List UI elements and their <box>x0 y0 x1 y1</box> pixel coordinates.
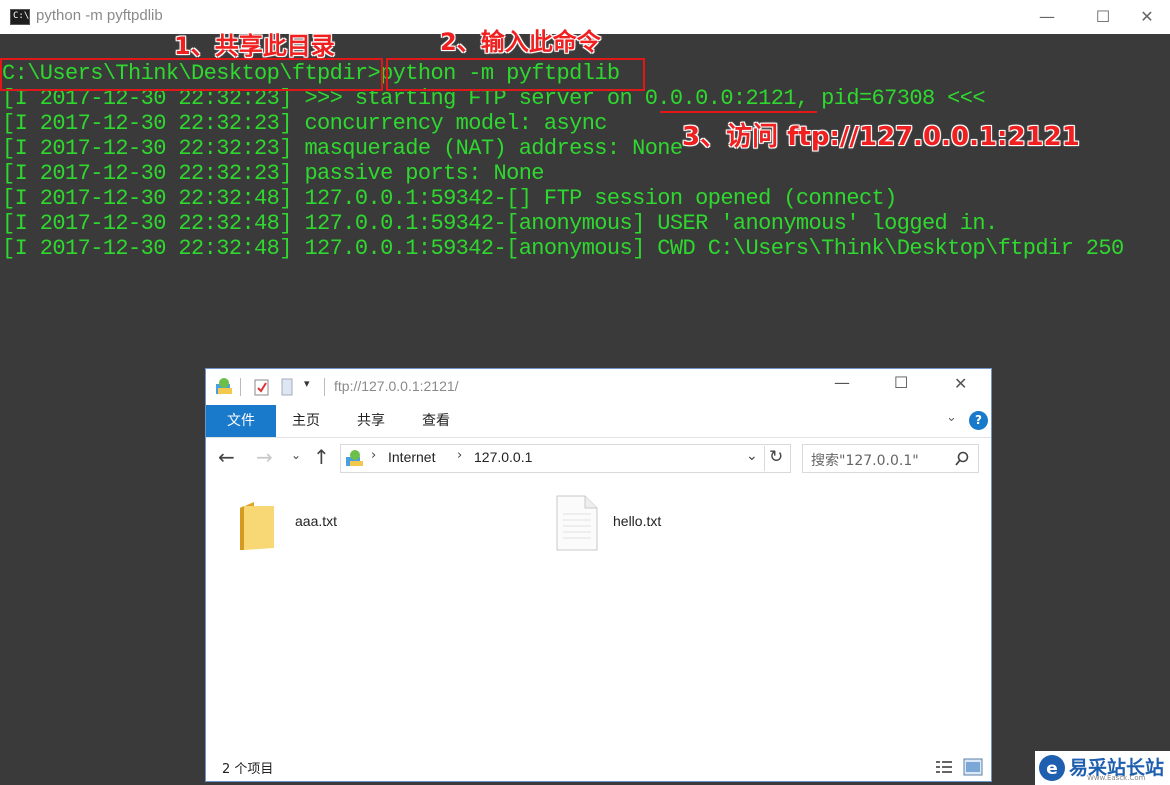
console-line: [I 2017-12-30 22:32:23] concurrency mode… <box>2 111 608 136</box>
address-bar[interactable]: › Internet › 127.0.0.1 ⌄ ↻ <box>340 444 791 473</box>
customize-toolbar-icon[interactable]: ▾ <box>304 377 310 390</box>
properties-icon[interactable] <box>254 378 270 396</box>
console-line: [I 2017-12-30 22:32:23] passive ports: N… <box>2 161 545 186</box>
watermark-subtext: Www.Easck.Com <box>1087 774 1146 782</box>
site-watermark-logo: e 易采站长站 Www.Easck.Com <box>1035 751 1170 785</box>
text-file-icon <box>556 495 598 551</box>
address-divider <box>764 446 765 471</box>
tab-share[interactable]: 共享 <box>357 405 385 437</box>
annotation-step2: 2、输入此命令 <box>440 28 601 56</box>
forward-arrow-icon[interactable]: → <box>256 445 273 469</box>
breadcrumb-internet[interactable]: Internet <box>388 449 435 465</box>
back-arrow-icon[interactable]: ← <box>218 445 235 469</box>
command-highlight-box <box>386 58 645 91</box>
directory-highlight-box <box>0 58 383 91</box>
title-divider <box>324 378 325 396</box>
refresh-icon[interactable]: ↻ <box>769 447 783 467</box>
large-icons-view-icon[interactable] <box>963 758 983 776</box>
console-line: [I 2017-12-30 22:32:48] 127.0.0.1:59342-… <box>2 211 998 236</box>
svg-text:e: e <box>1046 759 1058 779</box>
annotation-step1: 1、共享此目录 <box>174 32 335 60</box>
address-dropdown-icon[interactable]: ⌄ <box>746 448 758 464</box>
console-line: [I 2017-12-30 22:32:48] 127.0.0.1:59342-… <box>2 236 1124 261</box>
explorer-title-bar: ▾ ftp://127.0.0.1:2121/ — ☐ ✕ <box>206 369 991 405</box>
item-count: 2 个项目 <box>222 762 274 777</box>
recent-locations-chevron-icon[interactable]: ⌄ <box>291 448 301 462</box>
folder-icon <box>240 502 274 550</box>
file-item[interactable]: aaa.txt <box>234 494 384 554</box>
help-icon[interactable]: ? <box>969 411 988 430</box>
navigation-bar: ← → ⌄ ↑ › Internet › 127.0.0.1 ⌄ ↻ 搜索"12… <box>206 438 991 482</box>
explorer-window-title: ftp://127.0.0.1:2121/ <box>334 378 459 394</box>
file-explorer-window: ▾ ftp://127.0.0.1:2121/ — ☐ ✕ 文件 主页 共享 查… <box>205 368 992 782</box>
console-app-icon: C:\ <box>10 9 30 25</box>
network-location-icon <box>346 450 363 466</box>
file-name: hello.txt <box>613 513 662 529</box>
watermark-e-icon: e <box>1039 755 1065 781</box>
breadcrumb-host[interactable]: 127.0.0.1 <box>474 449 532 465</box>
maximize-button[interactable]: ☐ <box>1080 4 1126 30</box>
explorer-maximize-button[interactable]: ☐ <box>894 373 908 392</box>
search-placeholder: 搜索"127.0.0.1" <box>811 453 919 469</box>
search-input[interactable]: 搜索"127.0.0.1" <box>802 444 979 473</box>
console-line: [I 2017-12-30 22:32:48] 127.0.0.1:59342-… <box>2 186 897 211</box>
file-name: aaa.txt <box>295 513 338 529</box>
details-view-icon[interactable] <box>935 759 953 775</box>
tab-home[interactable]: 主页 <box>292 405 320 437</box>
tab-view[interactable]: 查看 <box>422 405 450 437</box>
explorer-minimize-button[interactable]: — <box>834 373 850 392</box>
quick-access-divider <box>240 378 241 396</box>
up-arrow-icon[interactable]: ↑ <box>313 445 330 469</box>
ribbon-tab-bar: 文件 主页 共享 查看 ⌄ ? <box>206 405 991 438</box>
minimize-button[interactable]: — <box>1024 4 1070 30</box>
status-bar: 2 个项目 <box>206 753 991 781</box>
breadcrumb-separator-icon: › <box>457 448 463 463</box>
tab-file[interactable]: 文件 <box>206 405 276 437</box>
close-button[interactable]: ✕ <box>1124 4 1170 30</box>
explorer-app-icon <box>216 378 232 394</box>
search-icon[interactable] <box>954 451 970 467</box>
file-list: aaa.txt hello.txt <box>206 482 991 752</box>
new-folder-icon[interactable] <box>280 378 294 396</box>
explorer-close-button[interactable]: ✕ <box>954 374 967 393</box>
console-line: [I 2017-12-30 22:32:23] masquerade (NAT)… <box>2 136 683 161</box>
console-window-title: python -m pyftpdlib <box>36 7 163 24</box>
annotation-step3: 3、访问 ftp://127.0.0.1:2121 <box>682 122 1080 152</box>
expand-ribbon-icon[interactable]: ⌄ <box>946 410 957 425</box>
address-underline <box>660 111 817 113</box>
file-item[interactable]: hello.txt <box>555 494 705 554</box>
breadcrumb-separator-icon: › <box>371 448 377 463</box>
